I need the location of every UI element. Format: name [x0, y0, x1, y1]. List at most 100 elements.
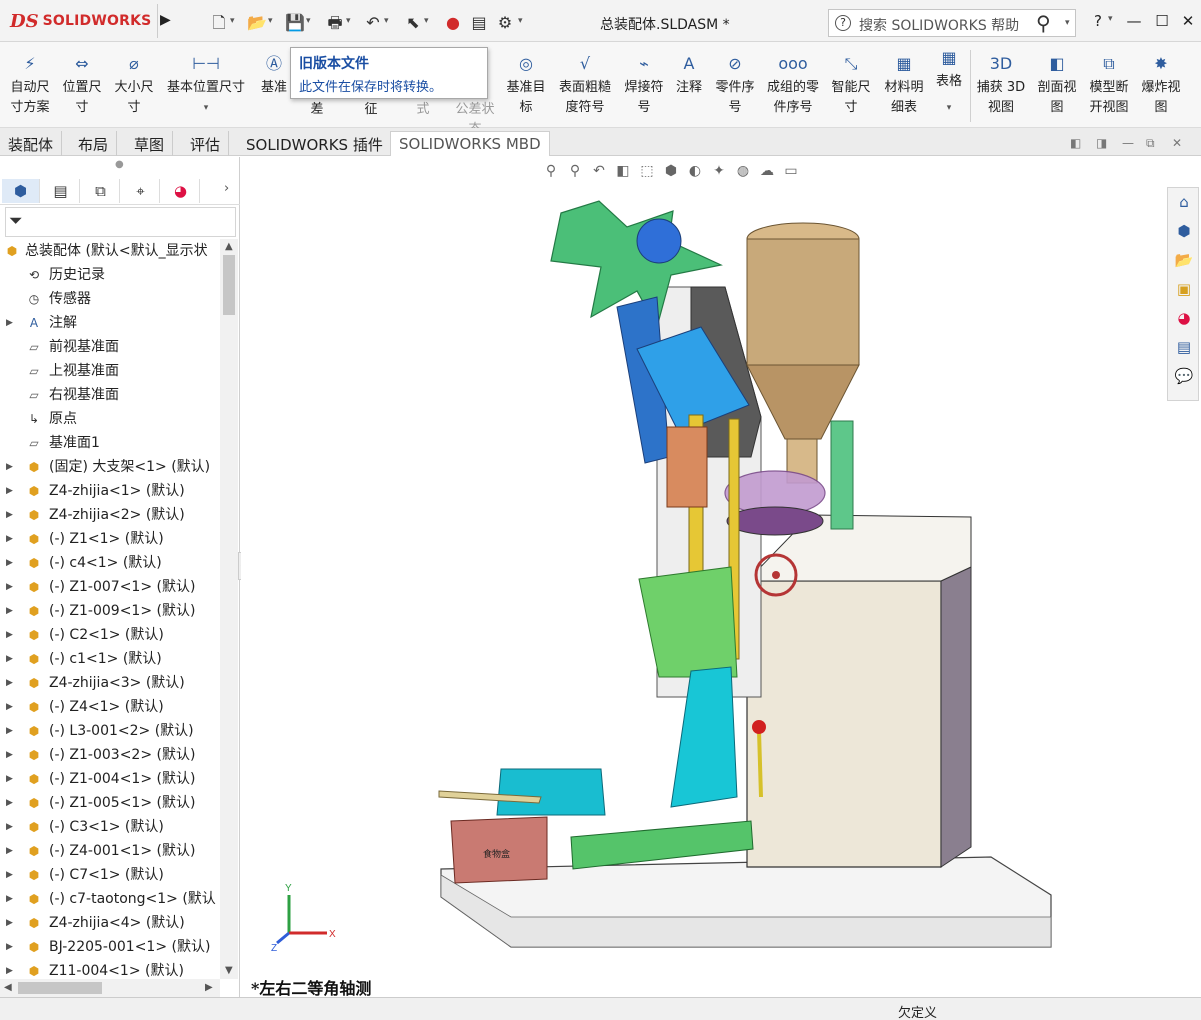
tree-item[interactable]: ▶ ⬢ (-) c4<1> (默认): [0, 551, 220, 575]
tree-item[interactable]: ▶ ⬢ (-) Z4<1> (默认): [0, 695, 220, 719]
options-caret-icon[interactable]: ▾: [518, 16, 523, 26]
expand-arrow-icon[interactable]: ▶: [6, 839, 13, 863]
print-icon[interactable]: 🖶: [324, 12, 346, 34]
tree-item[interactable]: ▶ ⬢ (-) L3-001<2> (默认): [0, 719, 220, 743]
expand-arrow-icon[interactable]: ▶: [6, 671, 13, 695]
configuration-manager-tab-icon[interactable]: ⧉: [82, 179, 120, 203]
tree-item[interactable]: ▶ ⬢ (-) Z1-007<1> (默认): [0, 575, 220, 599]
tab-assembly[interactable]: 装配体: [0, 131, 63, 156]
tree-item[interactable]: ▶ ⬢ (-) Z1-009<1> (默认): [0, 599, 220, 623]
design-library-icon[interactable]: ⬢: [1172, 219, 1196, 243]
new-caret-icon[interactable]: ▾: [230, 16, 235, 26]
ribbon-datum-button[interactable]: Ⓐ 基准: [256, 54, 292, 98]
scroll-thumb[interactable]: [18, 982, 102, 994]
expand-arrow-icon[interactable]: ▶: [6, 791, 13, 815]
tree-item[interactable]: ▶ ⬢ (-) c1<1> (默认): [0, 647, 220, 671]
property-manager-tab-icon[interactable]: ▤: [42, 179, 80, 203]
expand-arrow-icon[interactable]: ▶: [6, 551, 13, 575]
ribbon-note-button[interactable]: A 注释: [672, 54, 706, 98]
tree-item[interactable]: ▶ ⬢ (-) Z1-004<1> (默认): [0, 767, 220, 791]
ribbon-location-dimension-button[interactable]: ⇔ 位置尺寸: [58, 54, 106, 118]
close-button[interactable]: ✕: [1176, 10, 1200, 32]
scroll-thumb[interactable]: [223, 255, 235, 315]
expand-arrow-icon[interactable]: ▶: [6, 503, 13, 527]
solidworks-logo[interactable]: DS SOLIDWORKS: [10, 8, 151, 34]
undo-icon[interactable]: ↶: [362, 12, 384, 34]
open-folder-icon[interactable]: 📂: [246, 12, 268, 34]
tree-item[interactable]: ▶ ⬢ BJ-2205-001<1> (默认): [0, 935, 220, 959]
maximize-button[interactable]: ☐: [1150, 10, 1174, 32]
print-caret-icon[interactable]: ▾: [346, 16, 351, 26]
select-caret-icon[interactable]: ▾: [424, 16, 429, 26]
appearances-icon[interactable]: ◕: [1172, 306, 1196, 330]
expand-arrow-icon[interactable]: ▶: [6, 455, 13, 479]
expand-arrow-icon[interactable]: ▶: [6, 935, 13, 959]
open-caret-icon[interactable]: ▾: [268, 16, 273, 26]
tree-item[interactable]: ▶ ⬢ (-) Z1<1> (默认): [0, 527, 220, 551]
tree-item[interactable]: ▶ ⬢ Z4-zhijia<3> (默认): [0, 671, 220, 695]
tree-item[interactable]: ↳ 原点: [0, 407, 220, 431]
expand-arrow-icon[interactable]: ▶: [6, 479, 13, 503]
ribbon-size-dimension-button[interactable]: ⌀ 大小尺寸: [110, 54, 158, 118]
undo-caret-icon[interactable]: ▾: [384, 16, 389, 26]
search-icon[interactable]: ⚲: [1036, 11, 1051, 35]
ribbon-feature-button[interactable]: 征: [356, 100, 386, 120]
ribbon-exploded-view-button[interactable]: ✸ 爆炸视图: [1138, 54, 1184, 118]
ribbon-auto-dimension-button[interactable]: ⚡ 自动尺寸方案: [6, 54, 54, 118]
tree-item[interactable]: ▱ 右视基准面: [0, 383, 220, 407]
cascade-doc-icon[interactable]: ⧉: [1146, 136, 1155, 151]
tree-filter-box[interactable]: ⏷: [5, 207, 236, 237]
tab-layout[interactable]: 布局: [70, 131, 118, 156]
tree-item[interactable]: ▶ ⬢ (-) Z1-005<1> (默认): [0, 791, 220, 815]
forum-icon[interactable]: 💬: [1172, 364, 1196, 388]
panel-grip-icon[interactable]: ●: [115, 159, 124, 170]
ribbon-weld-symbol-button[interactable]: ⌁ 焊接符号: [620, 54, 668, 118]
scroll-down-icon[interactable]: ▼: [225, 965, 233, 976]
tab-solidworks-addins[interactable]: SOLIDWORKS 插件: [238, 131, 392, 156]
caret-icon[interactable]: ▾: [932, 98, 966, 118]
tree-horizontal-scrollbar[interactable]: ◀ ▶: [0, 979, 220, 997]
dimxpert-manager-tab-icon[interactable]: ⌖: [122, 179, 160, 203]
file-properties-icon[interactable]: ▤: [468, 12, 490, 34]
ribbon-surface-finish-button[interactable]: √ 表面粗糙度符号: [556, 54, 614, 118]
rebuild-traffic-light-icon[interactable]: ●: [442, 12, 464, 34]
tree-item[interactable]: ▱ 前视基准面: [0, 335, 220, 359]
home-icon[interactable]: ⌂: [1172, 190, 1196, 214]
tree-item[interactable]: ▶ ⬢ (-) c7-taotong<1> (默认: [0, 887, 220, 911]
ribbon-datum-target-button[interactable]: ◎ 基准目标: [504, 54, 548, 118]
tab-sketch[interactable]: 草图: [126, 131, 174, 156]
scroll-right-icon[interactable]: ▶: [205, 982, 213, 993]
expand-arrow-icon[interactable]: ▶: [6, 647, 13, 671]
expand-arrow-icon[interactable]: ▶: [6, 575, 13, 599]
tree-vertical-scrollbar[interactable]: ▲ ▼: [220, 239, 238, 979]
tree-item[interactable]: ▶ ⬢ (-) C7<1> (默认): [0, 863, 220, 887]
ribbon-section-view-button[interactable]: ◧ 剖面视图: [1032, 54, 1082, 118]
tile-right-icon[interactable]: ◨: [1096, 136, 1107, 150]
expand-arrow-icon[interactable]: ▶: [6, 743, 13, 767]
tree-item[interactable]: ▶ ⬢ (-) Z4-001<1> (默认): [0, 839, 220, 863]
tree-item[interactable]: ▶ ⬢ (-) Z1-003<2> (默认): [0, 743, 220, 767]
expand-arrow-icon[interactable]: ▶: [6, 863, 13, 887]
tree-item[interactable]: ▶ ⬢ Z4-zhijia<1> (默认): [0, 479, 220, 503]
graphics-viewport[interactable]: ⚲ ⚲ ↶ ◧ ⬚ ⬢ ◐ ✦ ◍ ☁ ▭ 食物盒 ⌂ ⬢ 📂 ▣ ◕ ▤ 💬 …: [241, 157, 1201, 998]
save-caret-icon[interactable]: ▾: [306, 16, 311, 26]
ribbon-capture-3d-view-button[interactable]: 3D 捕获 3D 视图: [974, 54, 1028, 118]
tree-item[interactable]: ▶ ⬢ (固定) 大支架<1> (默认): [0, 455, 220, 479]
ribbon-model-break-view-button[interactable]: ⧉ 模型断开视图: [1086, 54, 1132, 118]
restore-doc-icon[interactable]: —: [1122, 136, 1134, 150]
search-caret-icon[interactable]: ▾: [1065, 18, 1070, 28]
tab-evaluate[interactable]: 评估: [182, 131, 230, 156]
ribbon-tolerance-button[interactable]: 差: [302, 100, 332, 120]
ribbon-pattern-button[interactable]: 式: [408, 100, 438, 120]
expand-arrow-icon[interactable]: ▶: [6, 887, 13, 911]
scroll-left-icon[interactable]: ◀: [4, 982, 12, 993]
ribbon-basic-location-dimension-button[interactable]: ⊢⊣ 基本位置尺寸 ▾: [162, 54, 250, 118]
feature-manager-tab-icon[interactable]: ⬢: [2, 179, 40, 203]
tree-item[interactable]: ⟲ 历史记录: [0, 263, 220, 287]
caret-icon[interactable]: ▾: [162, 98, 250, 118]
help-caret-icon[interactable]: ▾: [1108, 14, 1113, 24]
tree-item[interactable]: ▶ ⬢ Z4-zhijia<2> (默认): [0, 503, 220, 527]
expand-arrow-icon[interactable]: ▶: [6, 311, 13, 335]
tree-root[interactable]: ⬢ 总装配体 (默认<默认_显示状: [0, 239, 220, 263]
assembly-model[interactable]: 食物盒: [431, 157, 1191, 957]
